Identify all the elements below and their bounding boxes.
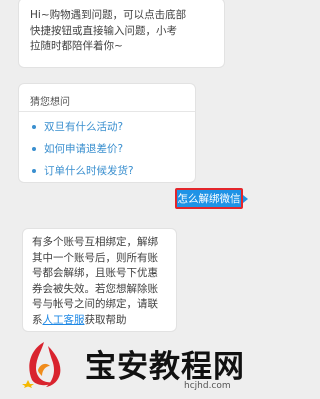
reply-line: 有多个账号互相绑定，解绑 [32,236,158,248]
reply-suffix: 获取帮助 [84,313,127,326]
greeting-bubble: Hi~购物遇到问题，可以点击底部 快捷按钮或直接输入问题，小考 拉随时都陪伴着你… [18,0,225,68]
bullet-icon [32,146,36,151]
reply-bubble: 有多个账号互相绑定，解绑 其中一个账号后，则所有账 号都会解绑，且账号下优惠 券… [22,228,177,332]
reply-line: 其中一个账号后，则所有账 [32,251,158,264]
watermark-logo-icon [22,342,61,388]
question-text: 如何申请退差价? [44,143,124,155]
reply-last-line: 系人工客服获取帮助 [32,313,176,329]
greeting-line: 快捷按钮或直接输入问题，小考 [30,24,177,37]
reply-line: 券会被失效。若您想解除账 [32,282,158,295]
suggested-questions-title: 猜您想问 [30,97,70,108]
user-message-bubble: 怎么解绑微信 [175,188,248,209]
question-text: 订单什么时候发货? [44,165,134,177]
greeting-line: Hi~购物遇到问题，可以点击底部 [30,9,187,21]
divider [19,111,195,112]
suggested-questions-card: 猜您想问 双旦有什么活动? 如何申请退差价? 订单什么时候发货? [18,83,196,183]
watermark-domain: hcjhd.com [184,381,231,391]
reply-line: 号与帐号之间的绑定，请联 [32,298,158,310]
reply-prefix: 系 [32,313,43,326]
reply-line: 号都会解绑，且账号下优惠 [32,267,158,279]
bullet-icon [32,124,36,129]
bullet-icon [32,168,36,173]
suggested-question-3[interactable]: 订单什么时候发货? [32,163,134,178]
suggested-question-2[interactable]: 如何申请退差价? [32,141,123,156]
suggested-question-1[interactable]: 双旦有什么活动? [32,119,123,134]
watermark-brand: 宝安教程网 [85,349,245,385]
human-service-link[interactable]: 人工客服 [43,314,85,326]
question-text: 双旦有什么活动? [44,121,124,133]
greeting-line: 拉随时都陪伴着你~ [30,40,123,52]
